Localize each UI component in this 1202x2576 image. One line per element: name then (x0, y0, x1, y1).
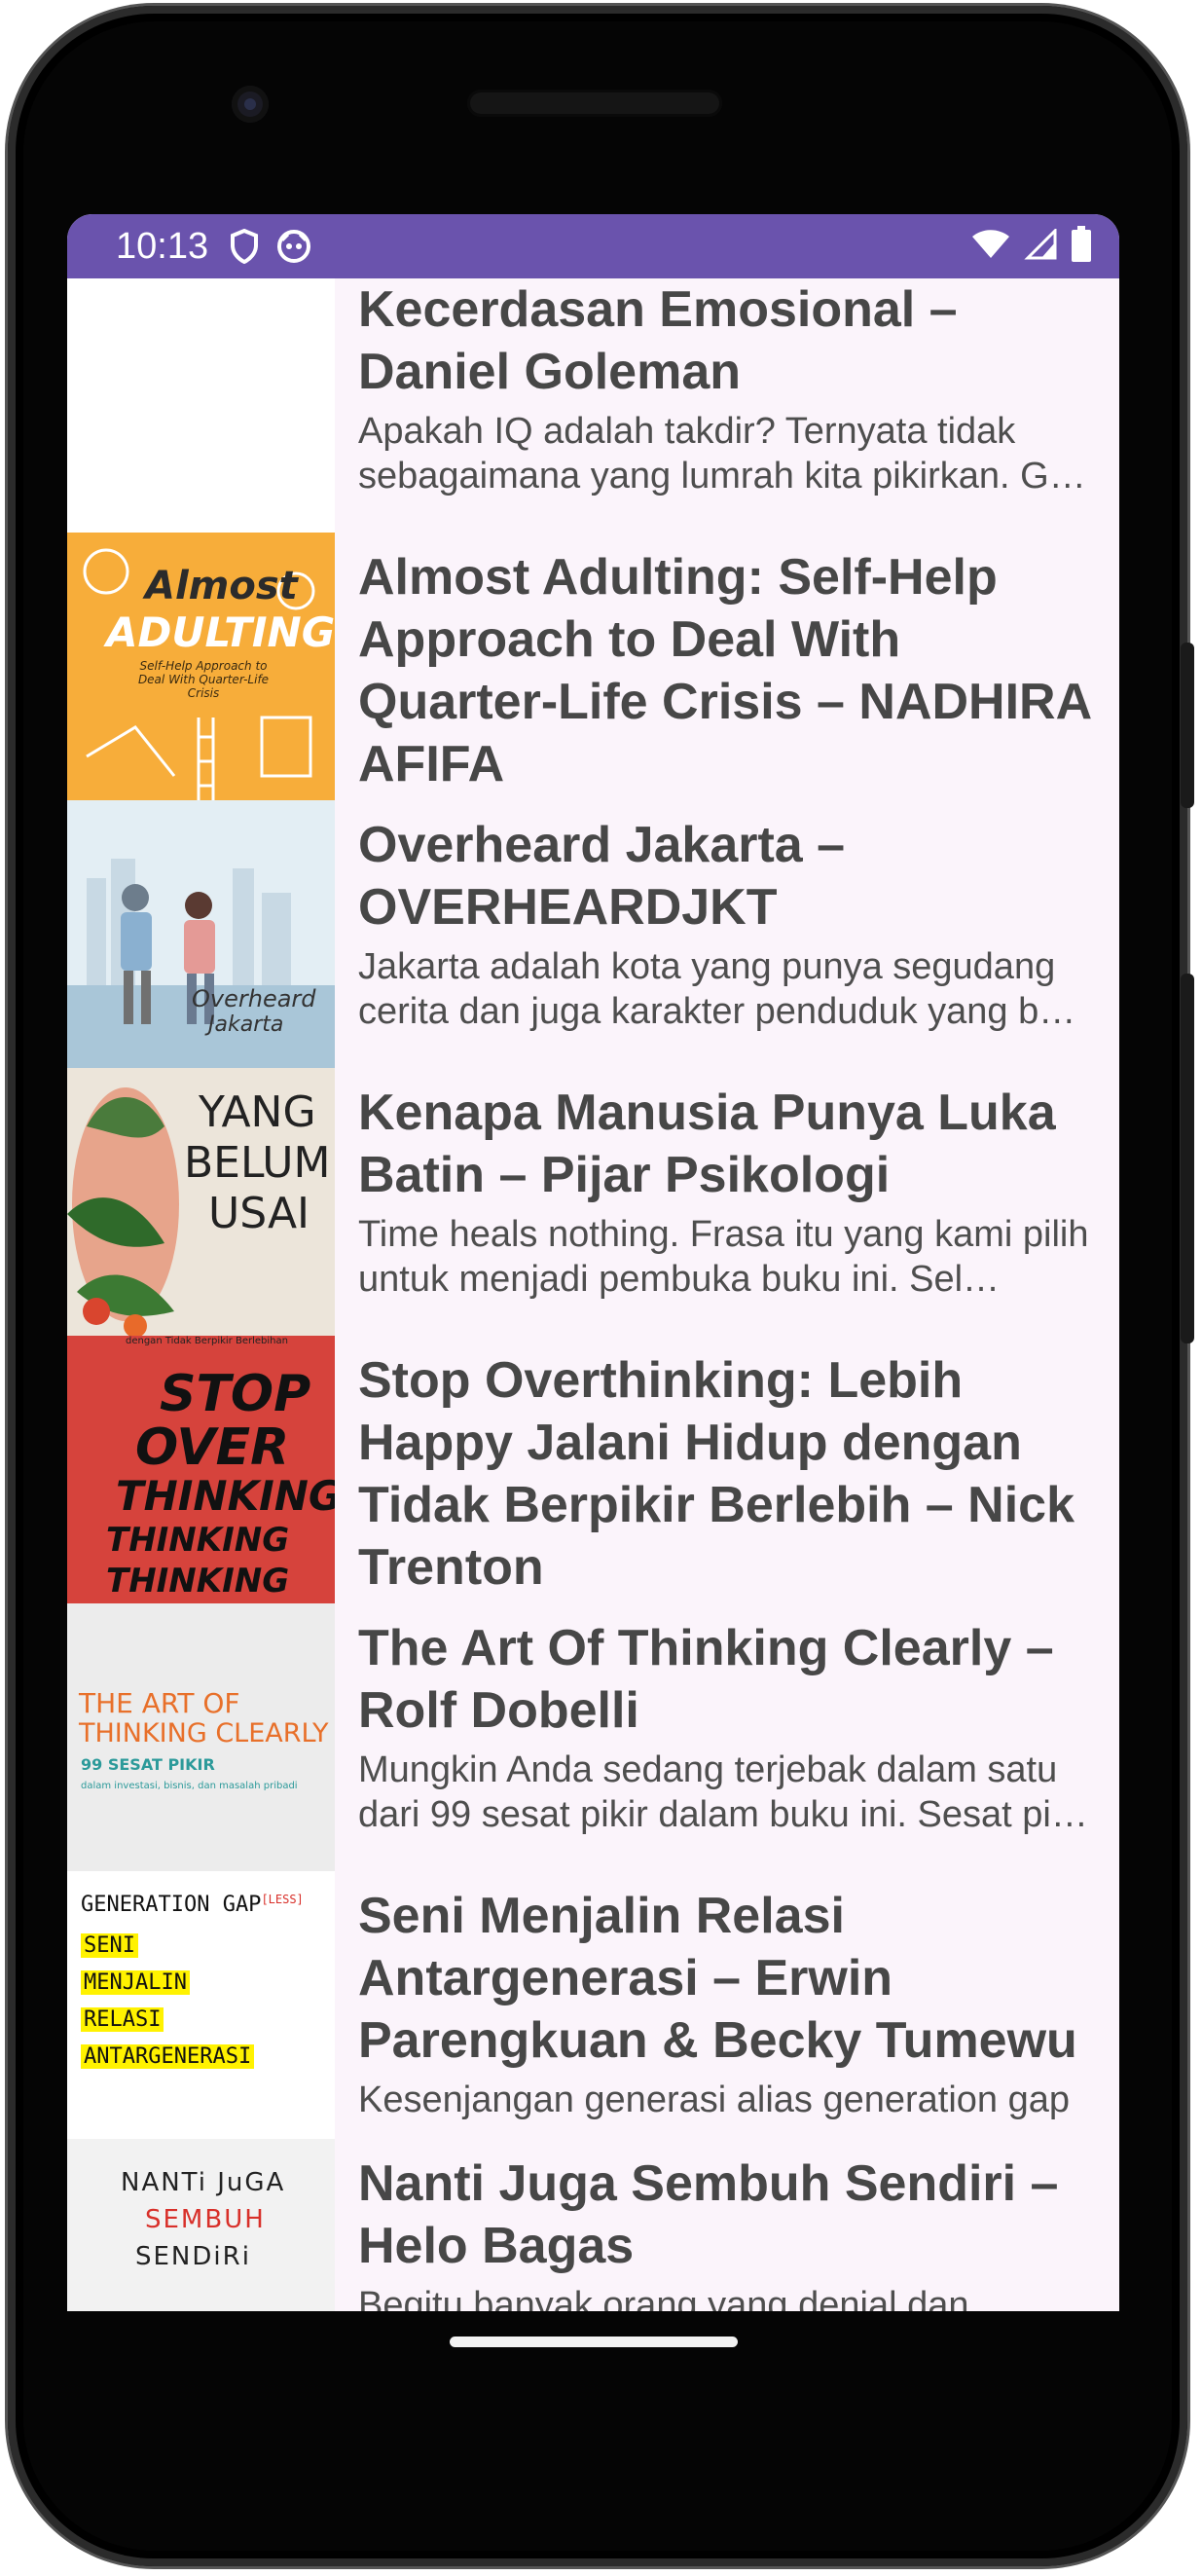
list-item[interactable]: Almost ADULTING Self-Help Approach to De… (67, 533, 1119, 800)
cover-title-4: THINKING (106, 1521, 290, 1560)
book-title: Seni Menjalin Relasi Antargenerasi – Erw… (358, 1888, 1077, 2069)
book-cover: THE ART OF THINKING CLEARLY 99 SESAT PIK… (67, 1603, 335, 1871)
cover-title-2: BELUM (184, 1138, 331, 1188)
cover-title-2: SEMBUH (145, 2205, 266, 2234)
app-screen: 10:13 Kecerdasan Emosional – Daniel Gole… (67, 214, 1119, 2311)
status-bar: 10:13 (67, 214, 1119, 278)
cellular-signal-icon (1024, 226, 1057, 265)
cover-header: GENERATION GAP[LESS] (81, 1893, 304, 1917)
list-item[interactable]: Overheard Jakarta Overheard Jakarta – OV… (67, 800, 1119, 1068)
book-cover: YANG BELUM USAI (67, 1068, 335, 1336)
cover-top-text: dengan Tidak Berpikir Berlebihan (126, 1336, 288, 1346)
cover-title-3: USAI (208, 1189, 310, 1238)
cover-title-3: 99 SESAT PIKIR (81, 1755, 215, 1774)
book-description: Begitu banyak orang yang denial dan (358, 2285, 969, 2311)
cover-title-1: Almost (145, 564, 298, 608)
power-button (1181, 643, 1194, 808)
cover-header-tag: [LESS] (261, 1893, 304, 1906)
cover-title-2: Jakarta (208, 1012, 284, 1037)
cover-title-5: THINKING (106, 1562, 290, 1601)
cover-title-1: NANTi JuGA (121, 2168, 286, 2197)
book-title: The Art Of Thinking Clearly – Rolf Dobel… (358, 1620, 1054, 1739)
book-title: Kenapa Manusia Punya Luka Batin – Pijar … (358, 1085, 1056, 1203)
book-cover: Overheard Jakarta (67, 800, 335, 1068)
cover-illustration (67, 800, 335, 1068)
book-title: Almost Adulting: Self-Help Approach to D… (358, 549, 1091, 792)
book-description: Apakah IQ adalah takdir? Ternyata tidak … (358, 411, 1086, 497)
book-cover: Almost ADULTING Self-Help Approach to De… (67, 533, 335, 800)
cover-title-1: STOP (160, 1365, 311, 1423)
book-description: Time heals nothing. Frasa itu yang kami … (358, 1214, 1089, 1300)
cover-title-1: THE ART OF (79, 1687, 240, 1719)
book-title: Kecerdasan Emosional – Daniel Goleman (358, 281, 958, 400)
volume-button (1181, 974, 1194, 1343)
cover-title-2: OVER (135, 1418, 290, 1477)
app-notification-icon (276, 229, 311, 264)
list-item[interactable]: THE ART OF THINKING CLEARLY 99 SESAT PIK… (67, 1603, 1119, 1871)
cover-line-3: RELASI (81, 2007, 164, 2032)
book-cover (67, 278, 335, 533)
front-camera (232, 86, 269, 123)
cover-subtitle: Self-Help Approach to Deal With Quarter-… (137, 659, 270, 700)
status-icons-right (971, 225, 1092, 268)
book-cover: dengan Tidak Berpikir Berlebihan STOP OV… (67, 1336, 335, 1603)
book-description: Jakarta adalah kota yang punya segudang … (358, 946, 1076, 1032)
cover-title-3: SENDiRi (135, 2242, 251, 2271)
cover-title-1: Overheard (192, 985, 316, 1012)
wifi-icon (971, 229, 1010, 265)
cover-header-text: GENERATION GAP (81, 1893, 262, 1917)
cover-title-2: THINKING CLEARLY (79, 1718, 329, 1748)
book-description: Mungkin Anda sedang terjebak dalam satu … (358, 1749, 1088, 1835)
cover-line-1: SENI (81, 1933, 138, 1958)
book-cover: GENERATION GAP[LESS] SENI MENJALIN RELAS… (67, 1871, 335, 2139)
earpiece-speaker (467, 90, 722, 117)
book-cover: NANTi JuGA SEMBUH SENDiRi (67, 2139, 335, 2311)
cover-title-3: THINKING (116, 1472, 335, 1520)
status-time: 10:13 (116, 225, 209, 267)
cover-line-2: MENJALIN (81, 1970, 190, 1995)
shield-icon (230, 229, 259, 264)
book-description: Kesenjangan generasi alias generation ga… (358, 2079, 1070, 2120)
battery-icon (1071, 225, 1092, 268)
cover-subtitle: dalam investasi, bisnis, dan masalah pri… (81, 1781, 298, 1791)
list-item[interactable]: Kecerdasan Emosional – Daniel Goleman Ap… (67, 278, 1119, 533)
cover-title-1: YANG (199, 1087, 316, 1137)
list-item[interactable]: YANG BELUM USAI Kenapa Manusia Punya Luk… (67, 1068, 1119, 1336)
cover-line-4: ANTARGENERASI (81, 2044, 255, 2069)
list-item[interactable]: dengan Tidak Berpikir Berlebihan STOP OV… (67, 1336, 1119, 1603)
book-title: Nanti Juga Sembuh Sendiri – Helo Bagas (358, 2155, 1059, 2274)
list-item[interactable]: GENERATION GAP[LESS] SENI MENJALIN RELAS… (67, 1871, 1119, 2139)
book-title: Stop Overthinking: Lebih Happy Jalani Hi… (358, 1352, 1075, 1596)
cover-title-2: ADULTING (106, 608, 335, 656)
home-indicator[interactable] (450, 2337, 738, 2347)
list-item[interactable]: NANTi JuGA SEMBUH SENDiRi Nanti Juga Sem… (67, 2139, 1119, 2311)
book-title: Overheard Jakarta – OVERHEARDJKT (358, 817, 846, 936)
book-list[interactable]: Kecerdasan Emosional – Daniel Goleman Ap… (67, 278, 1119, 2311)
